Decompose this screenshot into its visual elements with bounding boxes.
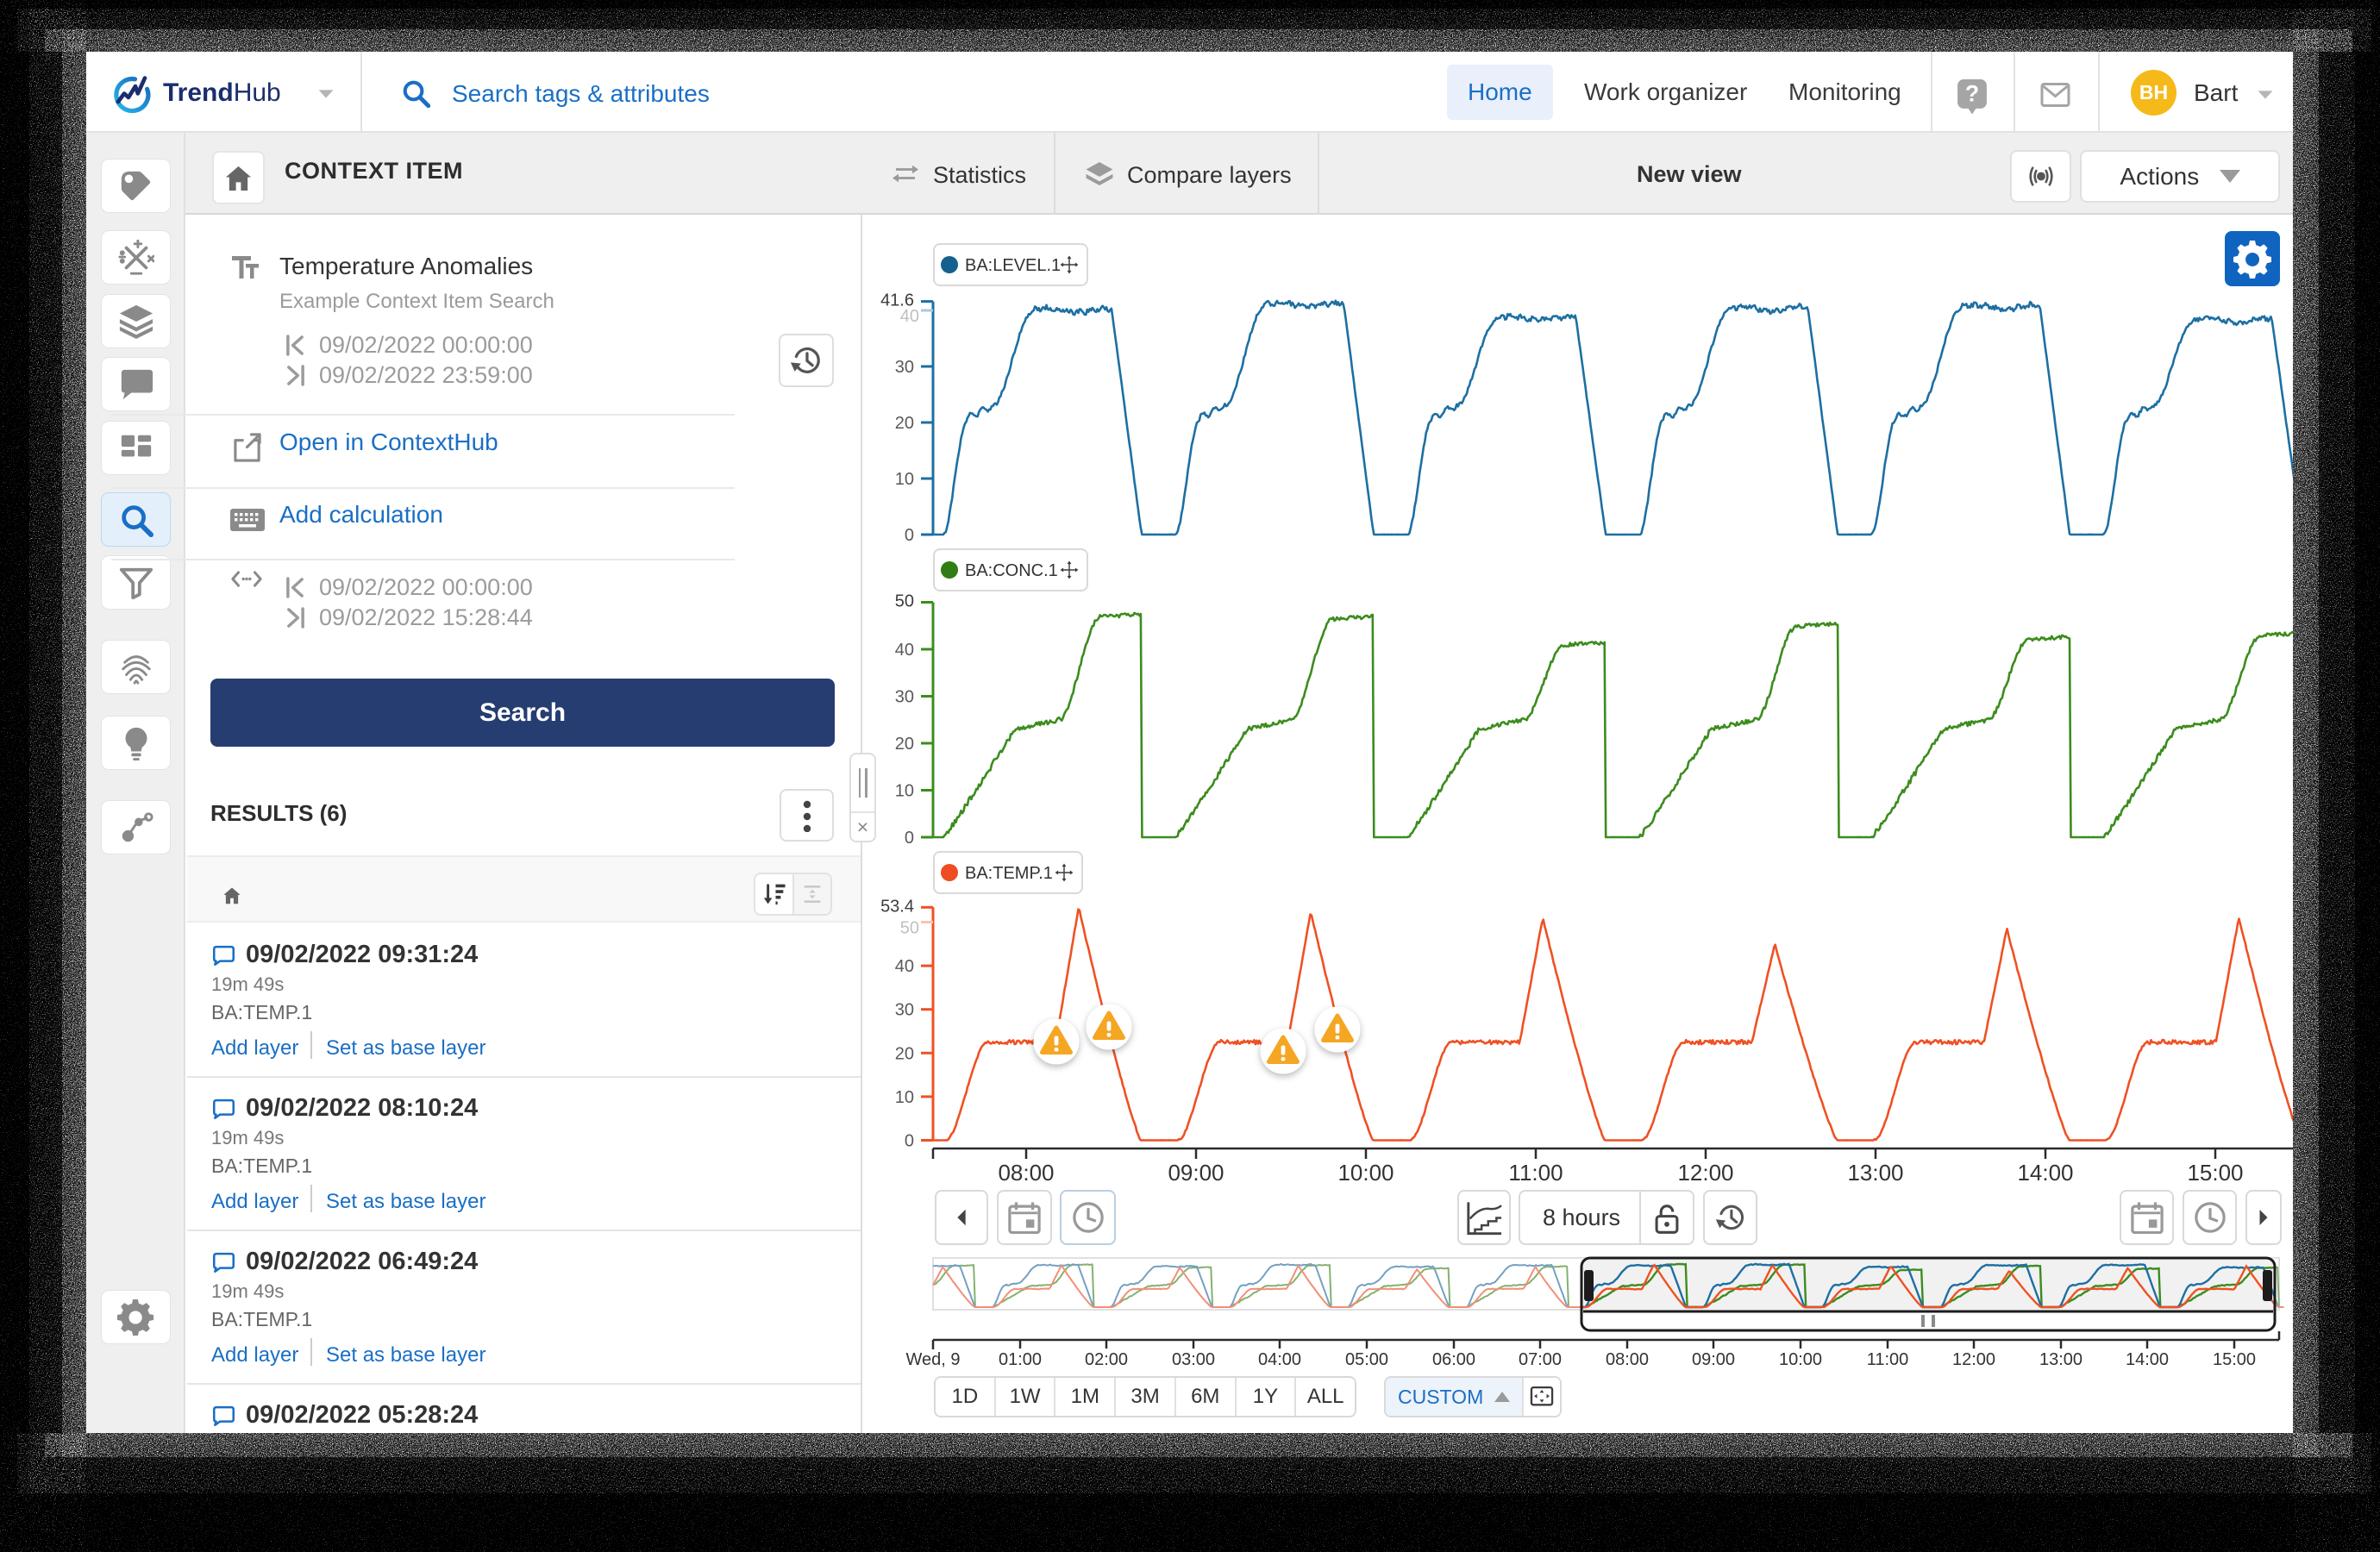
svg-text:0: 0 xyxy=(905,829,914,848)
svg-text:09:00: 09:00 xyxy=(1168,1160,1224,1186)
svg-text:14:00: 14:00 xyxy=(2126,1350,2169,1369)
svg-text:50: 50 xyxy=(900,919,919,938)
svg-text:11:00: 11:00 xyxy=(1867,1350,1909,1369)
svg-text:13:00: 13:00 xyxy=(2039,1350,2082,1369)
svg-text:53.4: 53.4 xyxy=(880,897,914,916)
svg-text:04:00: 04:00 xyxy=(1258,1350,1301,1369)
svg-text:07:00: 07:00 xyxy=(1519,1350,1562,1369)
svg-text:10:00: 10:00 xyxy=(1337,1160,1394,1186)
svg-text:12:00: 12:00 xyxy=(1952,1350,1995,1369)
svg-text:41.6: 41.6 xyxy=(880,291,914,310)
svg-text:BA:TEMP.1: BA:TEMP.1 xyxy=(965,864,1053,883)
svg-text:01:00: 01:00 xyxy=(999,1350,1042,1369)
svg-text:06:00: 06:00 xyxy=(1432,1350,1475,1369)
svg-text:20: 20 xyxy=(895,414,914,433)
svg-text:11:00: 11:00 xyxy=(1508,1160,1563,1186)
svg-text:09:00: 09:00 xyxy=(1692,1350,1735,1369)
svg-text:50: 50 xyxy=(895,592,914,611)
svg-text:10: 10 xyxy=(895,782,914,801)
svg-text:03:00: 03:00 xyxy=(1172,1350,1215,1369)
svg-text:BA:CONC.1: BA:CONC.1 xyxy=(965,561,1058,580)
svg-text:BA:LEVEL.1: BA:LEVEL.1 xyxy=(965,256,1061,275)
svg-text:05:00: 05:00 xyxy=(1345,1350,1388,1369)
svg-text:Wed, 9: Wed, 9 xyxy=(906,1350,961,1369)
svg-text:0: 0 xyxy=(905,1132,914,1151)
svg-text:12:00: 12:00 xyxy=(1677,1160,1733,1186)
svg-text:15:00: 15:00 xyxy=(2213,1350,2256,1369)
svg-text:15:00: 15:00 xyxy=(2187,1160,2243,1186)
svg-text:08:00: 08:00 xyxy=(1606,1350,1649,1369)
svg-text:?: ? xyxy=(1965,81,1979,107)
svg-text:14:00: 14:00 xyxy=(2017,1160,2073,1186)
svg-text:10: 10 xyxy=(895,1088,914,1107)
svg-text:20: 20 xyxy=(895,735,914,754)
svg-text:10:00: 10:00 xyxy=(1779,1350,1822,1369)
svg-text:08:00: 08:00 xyxy=(998,1160,1054,1186)
svg-text:30: 30 xyxy=(895,358,914,377)
svg-text:30: 30 xyxy=(895,1001,914,1020)
svg-text:20: 20 xyxy=(895,1044,914,1063)
svg-text:40: 40 xyxy=(895,641,914,660)
svg-text:0: 0 xyxy=(905,526,914,545)
svg-text:30: 30 xyxy=(895,688,914,707)
svg-text:40: 40 xyxy=(895,957,914,976)
svg-text:02:00: 02:00 xyxy=(1085,1350,1128,1369)
svg-text:13:00: 13:00 xyxy=(1847,1160,1903,1186)
svg-text:10: 10 xyxy=(895,470,914,489)
